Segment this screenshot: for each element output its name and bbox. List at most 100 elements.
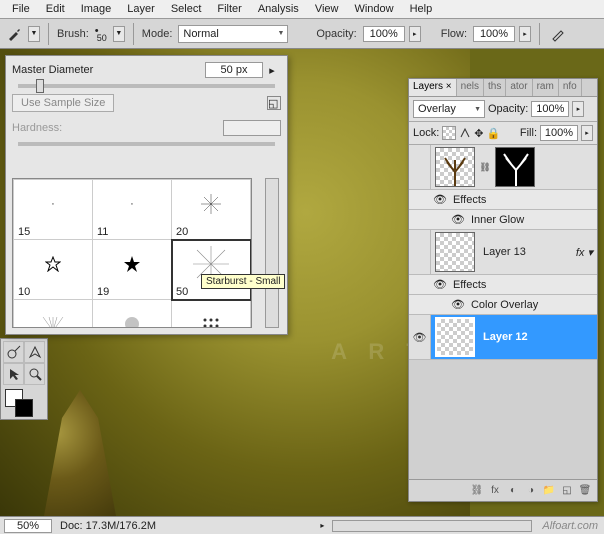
fill-field[interactable]: 100% <box>540 125 578 141</box>
layer-name[interactable]: Layer 12 <box>479 331 597 343</box>
layer-style-icon[interactable]: fx <box>487 483 503 499</box>
menu-layer[interactable]: Layer <box>119 1 163 17</box>
doc-info-toggle[interactable]: ▸ <box>316 521 328 530</box>
blend-mode-select[interactable]: Normal <box>178 25 288 43</box>
background-color[interactable] <box>15 399 33 417</box>
lock-all-icon[interactable]: 🔒 <box>487 127 501 140</box>
horizontal-scrollbar[interactable] <box>332 520 532 532</box>
zoom-field[interactable]: 50% <box>4 519 52 533</box>
airbrush-icon[interactable] <box>548 24 568 44</box>
tab-navigator[interactable]: ator <box>506 79 532 96</box>
delete-layer-icon[interactable]: 🗑 <box>577 483 593 499</box>
link-layers-icon[interactable]: ⛓ <box>469 483 485 499</box>
tab-layers[interactable]: Layers × <box>409 79 457 96</box>
adjustment-layer-icon[interactable]: ◑ <box>523 483 539 499</box>
layer-opacity-field[interactable]: 100% <box>531 101 569 117</box>
link-icon[interactable]: ⛓ <box>479 162 491 173</box>
lock-label: Lock: <box>413 127 439 139</box>
flow-slider-toggle[interactable]: ▸ <box>519 26 531 42</box>
brush-preset-ray[interactable] <box>14 300 93 329</box>
hardness-field <box>223 120 281 136</box>
fx-badge[interactable]: fx ▾ <box>576 246 597 259</box>
menu-view[interactable]: View <box>307 1 347 17</box>
pen-tool-icon[interactable] <box>24 341 45 363</box>
effect-inner-glow[interactable]: 👁 Inner Glow <box>409 210 597 230</box>
panel-tabs: Layers × nels ths ator ram nfo <box>409 79 597 97</box>
brush-preset-fuzzy[interactable] <box>93 300 172 329</box>
opacity-field[interactable]: 100% <box>363 26 405 42</box>
visibility-toggle[interactable] <box>409 230 431 274</box>
layer-list: ⛓ 👁 Effects 👁 Inner Glow Layer 13 fx ▾ 👁… <box>409 145 597 479</box>
eye-icon[interactable]: 👁 <box>451 213 465 226</box>
layer-mask-thumbnail[interactable] <box>495 147 535 187</box>
menu-image[interactable]: Image <box>73 1 120 17</box>
brush-preset-11[interactable]: ·11 <box>93 180 172 240</box>
layer-row-13[interactable]: Layer 13 fx ▾ <box>409 230 597 275</box>
effects-row-2[interactable]: 👁 Effects <box>409 275 597 295</box>
layer-opacity-toggle[interactable]: ▸ <box>572 101 584 117</box>
brush-preset-15[interactable]: ·15 <box>14 180 93 240</box>
layer-mask-icon[interactable]: ◐ <box>505 483 521 499</box>
dodge-tool-icon[interactable] <box>3 341 24 363</box>
menu-window[interactable]: Window <box>346 1 401 17</box>
menu-help[interactable]: Help <box>402 1 441 17</box>
layer-thumbnail[interactable] <box>435 317 475 357</box>
brush-preset-50-starburst[interactable]: 50 <box>172 240 251 300</box>
brush-tool-icon[interactable] <box>4 24 24 44</box>
diameter-slider[interactable] <box>18 84 275 88</box>
menu-edit[interactable]: Edit <box>38 1 73 17</box>
tab-channels[interactable]: nels <box>457 79 484 96</box>
layer-row-12[interactable]: 👁 Layer 12 <box>409 315 597 360</box>
brush-preset-10[interactable]: 10 <box>14 240 93 300</box>
brush-preset-popup: Master Diameter 50 px ▸ Use Sample Size … <box>5 55 288 335</box>
eye-icon[interactable]: 👁 <box>433 193 447 206</box>
fill-label: Fill: <box>520 127 537 139</box>
site-watermark: Alfoart.com <box>536 520 604 532</box>
menu-filter[interactable]: Filter <box>209 1 249 17</box>
lock-transparency-icon[interactable] <box>442 126 456 140</box>
eye-icon[interactable]: 👁 <box>451 298 465 311</box>
tool-preset-dropdown[interactable]: ▼ <box>28 26 40 42</box>
use-sample-size-button[interactable]: Use Sample Size <box>12 94 114 112</box>
group-icon[interactable]: 📁 <box>541 483 557 499</box>
lock-position-icon[interactable]: ✥ <box>474 127 483 140</box>
layer-row-tree[interactable]: ⛓ <box>409 145 597 190</box>
layer-thumbnail[interactable] <box>435 232 475 272</box>
color-swatches[interactable] <box>3 387 45 417</box>
effects-row[interactable]: 👁 Effects <box>409 190 597 210</box>
zoom-tool-icon[interactable] <box>24 363 45 385</box>
new-layer-icon[interactable]: ◱ <box>559 483 575 499</box>
brush-grid-scrollbar[interactable] <box>265 178 279 328</box>
visibility-toggle[interactable] <box>409 145 431 189</box>
opacity-slider-toggle[interactable]: ▸ <box>409 26 421 42</box>
effect-color-overlay[interactable]: 👁 Color Overlay <box>409 295 597 315</box>
brush-preset-halftone[interactable] <box>172 300 251 329</box>
hardness-slider <box>18 142 275 146</box>
flow-field[interactable]: 100% <box>473 26 515 42</box>
brush-preset-20[interactable]: 20 <box>172 180 251 240</box>
hardness-label: Hardness: <box>12 122 223 134</box>
lock-pixels-icon[interactable] <box>459 127 471 139</box>
tab-histogram[interactable]: ram <box>533 79 559 96</box>
brush-picker-dropdown[interactable]: ▼ <box>113 26 125 42</box>
visibility-toggle[interactable]: 👁 <box>409 315 431 359</box>
master-diameter-field[interactable]: 50 px <box>205 62 263 78</box>
brush-preset-19[interactable]: 19 <box>93 240 172 300</box>
effects-label: Effects <box>453 279 486 291</box>
flyout-menu-icon[interactable]: ▸ <box>263 64 281 77</box>
doc-info: Doc: 17.3M/176.2M <box>56 520 316 532</box>
fill-toggle[interactable]: ▸ <box>581 125 593 141</box>
menu-analysis[interactable]: Analysis <box>250 1 307 17</box>
new-preset-icon[interactable]: ◱ <box>267 96 281 110</box>
eye-icon[interactable]: 👁 <box>433 278 447 291</box>
path-select-icon[interactable] <box>3 363 24 385</box>
tab-paths[interactable]: ths <box>484 79 506 96</box>
flow-label: Flow: <box>441 28 467 40</box>
layer-thumbnail[interactable] <box>435 147 475 187</box>
menu-select[interactable]: Select <box>163 1 210 17</box>
menu-file[interactable]: File <box>4 1 38 17</box>
layer-name[interactable]: Layer 13 <box>479 246 576 258</box>
opacity-label: Opacity: <box>316 28 356 40</box>
tab-info[interactable]: nfo <box>559 79 582 96</box>
layer-blend-mode[interactable]: Overlay <box>413 100 485 118</box>
